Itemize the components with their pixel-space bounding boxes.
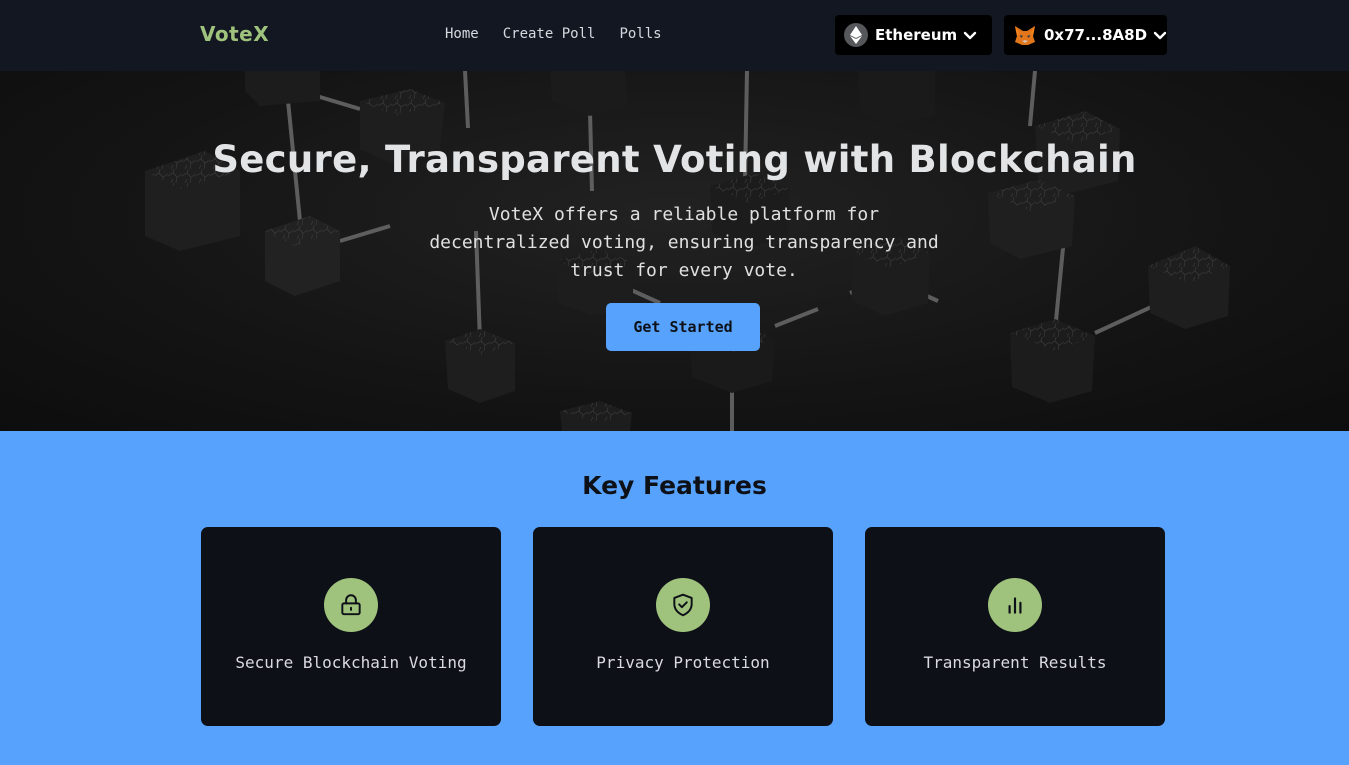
nav-link-create-poll[interactable]: Create Poll	[503, 26, 596, 42]
nav-links: Home Create Poll Polls	[445, 26, 662, 42]
feature-label: Transparent Results	[923, 653, 1107, 672]
network-selector-button[interactable]: Ethereum	[835, 15, 992, 55]
nav-link-polls[interactable]: Polls	[619, 26, 661, 42]
chevron-down-icon	[1153, 31, 1167, 40]
logo[interactable]: VoteX	[200, 22, 269, 46]
feature-label: Secure Blockchain Voting	[235, 653, 467, 672]
metamask-fox-icon	[1013, 23, 1037, 47]
lock-icon	[324, 578, 378, 632]
network-label: Ethereum	[875, 26, 958, 44]
hero-section: Secure, Transparent Voting with Blockcha…	[0, 71, 1349, 431]
account-address: 0x77...8A8D	[1044, 26, 1148, 44]
chevron-down-icon	[963, 31, 977, 40]
account-button[interactable]: 0x77...8A8D	[1004, 15, 1167, 55]
hero-title: Secure, Transparent Voting with Blockcha…	[212, 138, 1137, 181]
bar-chart-icon	[988, 578, 1042, 632]
ethereum-icon	[844, 23, 868, 47]
feature-label: Privacy Protection	[596, 653, 770, 672]
feature-card-privacy: Privacy Protection	[533, 527, 833, 726]
features-title: Key Features	[582, 471, 767, 500]
hero-subtitle: VoteX offers a reliable platform for dec…	[429, 204, 939, 281]
feature-card-transparent-results: Transparent Results	[865, 527, 1165, 726]
features-section: Key Features Secure Blockchain Voting Pr…	[0, 431, 1349, 765]
nav-link-home[interactable]: Home	[445, 26, 479, 42]
navbar: VoteX Home Create Poll Polls Ethereum 0x…	[0, 0, 1349, 71]
shield-check-icon	[656, 578, 710, 632]
feature-card-secure-voting: Secure Blockchain Voting	[201, 527, 501, 726]
get-started-button[interactable]: Get Started	[606, 303, 760, 351]
